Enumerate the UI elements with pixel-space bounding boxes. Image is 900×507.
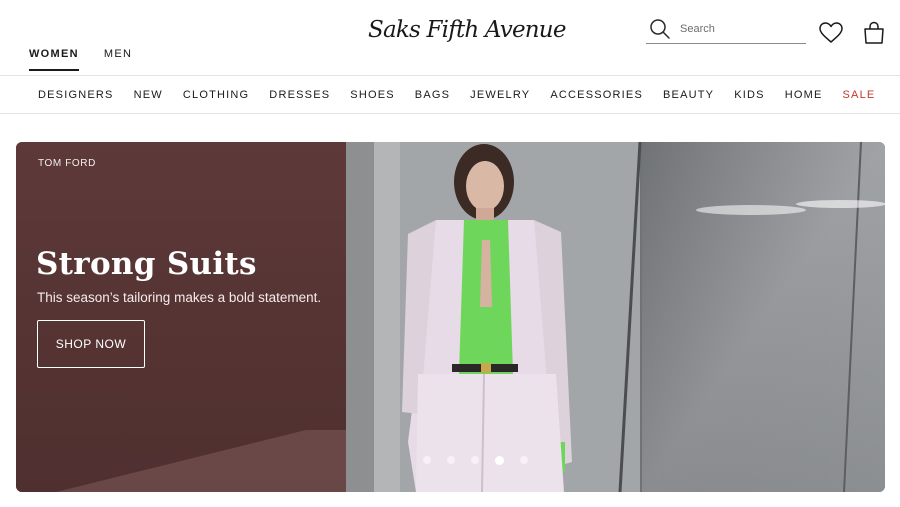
carousel-dot[interactable] bbox=[520, 456, 528, 464]
nav-clothing[interactable]: CLOTHING bbox=[183, 89, 249, 101]
tab-women[interactable]: WOMEN bbox=[29, 48, 79, 71]
hero-title: Strong Suits bbox=[36, 246, 257, 282]
hero-subtitle: This season’s tailoring makes a bold sta… bbox=[37, 290, 322, 305]
hero-brand[interactable]: TOM FORD bbox=[38, 158, 96, 169]
search-bar[interactable] bbox=[646, 14, 806, 44]
logo-text: Saks Fifth Avenue bbox=[368, 17, 566, 43]
category-list: DESIGNERS NEW CLOTHING DRESSES SHOES BAG… bbox=[38, 89, 895, 101]
carousel-dot[interactable] bbox=[471, 456, 479, 464]
nav-beauty[interactable]: BEAUTY bbox=[663, 89, 714, 101]
search-input[interactable] bbox=[680, 22, 795, 35]
nav-kids[interactable]: KIDS bbox=[734, 89, 764, 101]
carousel-dot[interactable] bbox=[447, 456, 455, 464]
carousel-dots bbox=[423, 455, 528, 465]
carousel-dot[interactable] bbox=[423, 456, 431, 464]
nav-dresses[interactable]: DRESSES bbox=[269, 89, 330, 101]
hero-text-panel: TOM FORD Strong Suits This season’s tail… bbox=[16, 142, 346, 492]
tab-men[interactable]: MEN bbox=[104, 48, 132, 70]
shop-now-button[interactable]: SHOP NOW bbox=[37, 320, 145, 368]
saks-logo[interactable]: Saks Fifth Avenue bbox=[368, 12, 566, 48]
hero-banner[interactable]: TOM FORD Strong Suits This season’s tail… bbox=[16, 142, 885, 492]
nav-sale[interactable]: SALE bbox=[843, 89, 876, 101]
nav-accessories[interactable]: ACCESSORIES bbox=[550, 89, 643, 101]
nav-shoes[interactable]: SHOES bbox=[350, 89, 395, 101]
carousel-dot-active[interactable] bbox=[495, 455, 504, 465]
heart-icon[interactable] bbox=[818, 20, 844, 46]
nav-designers[interactable]: DESIGNERS bbox=[38, 89, 114, 101]
nav-home[interactable]: HOME bbox=[785, 89, 823, 101]
category-nav: DESIGNERS NEW CLOTHING DRESSES SHOES BAG… bbox=[0, 76, 900, 114]
search-icon[interactable] bbox=[648, 17, 672, 41]
shopping-bag-icon[interactable] bbox=[861, 20, 887, 46]
nav-jewelry[interactable]: JEWELRY bbox=[470, 89, 530, 101]
gender-tabs: WOMEN MEN bbox=[29, 48, 132, 71]
site-header: WOMEN MEN Saks Fifth Avenue bbox=[0, 0, 900, 76]
nav-bags[interactable]: BAGS bbox=[415, 89, 450, 101]
nav-new[interactable]: NEW bbox=[134, 89, 163, 101]
